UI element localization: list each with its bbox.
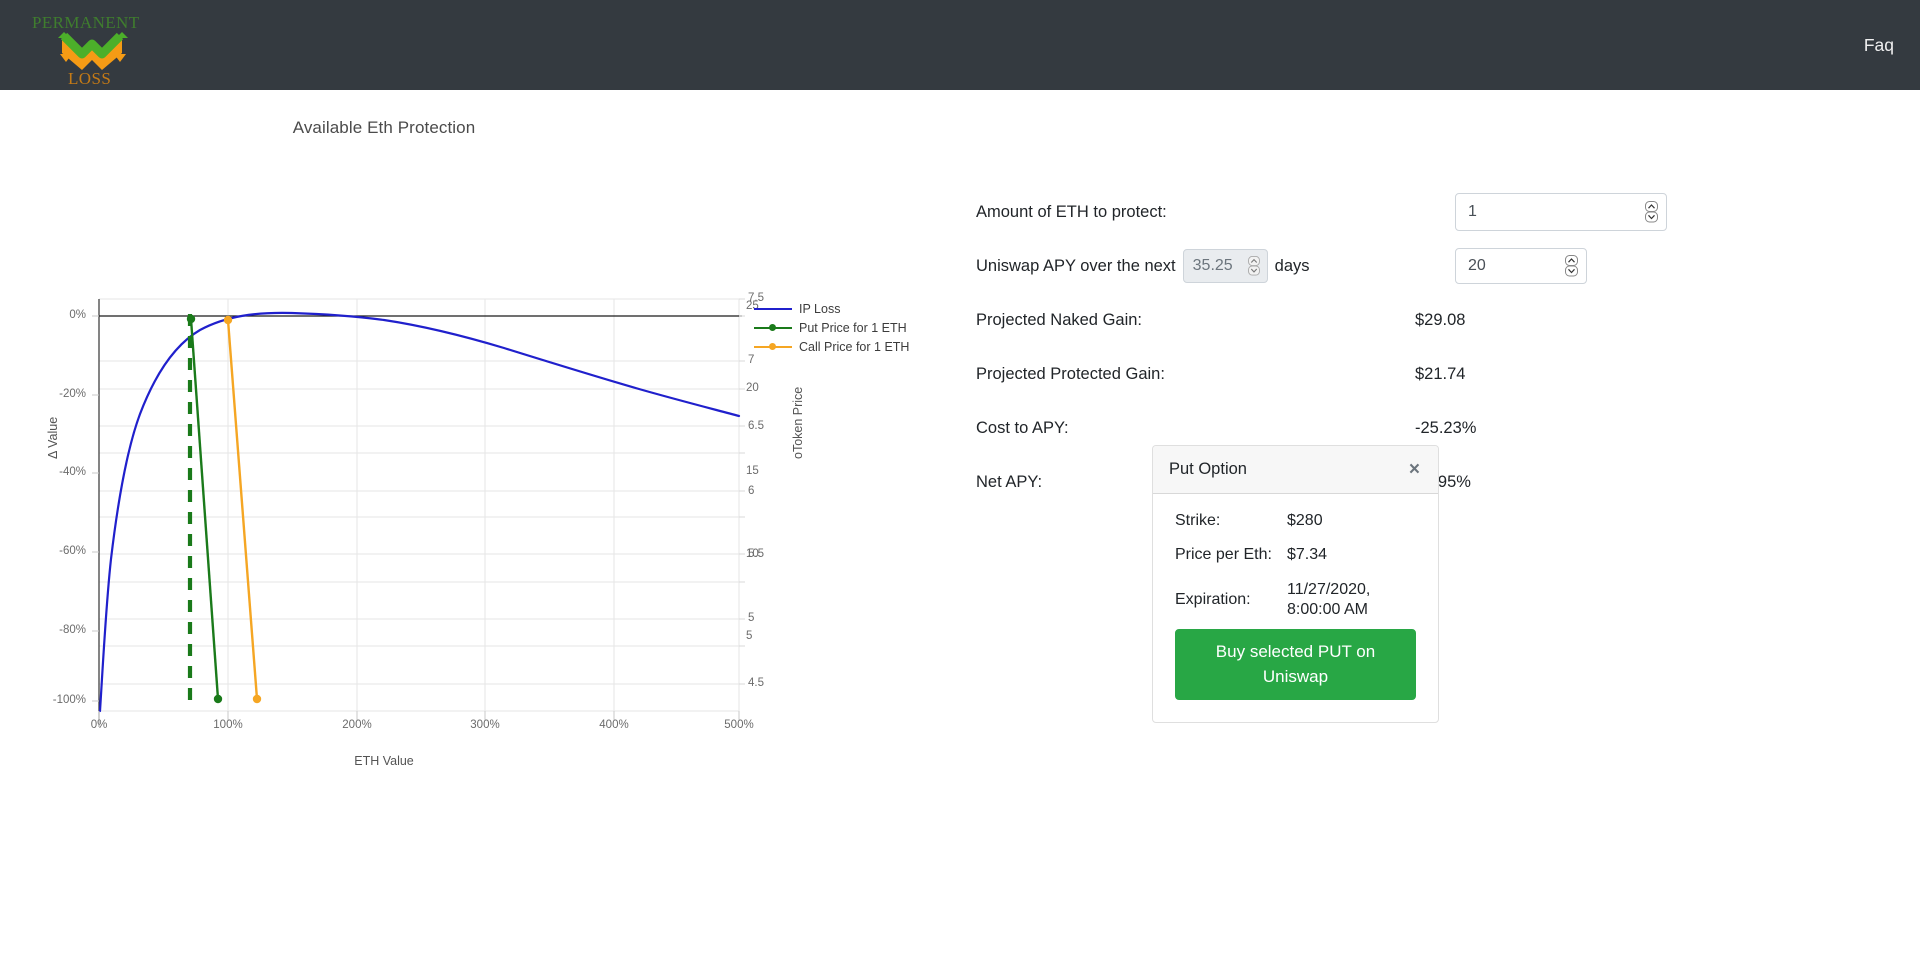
row-projected-protected-gain: Projected Protected Gain: $21.74	[960, 347, 1920, 401]
buy-put-on-uniswap-button[interactable]: Buy selected PUT on Uniswap	[1175, 628, 1416, 701]
y-tick-right-a-2: 6.5	[748, 420, 764, 432]
legend-swatch-call-price	[754, 340, 792, 354]
put-option-strike-label: Strike:	[1175, 512, 1221, 529]
label-uniswap-apy-prefix: Uniswap APY over the next	[976, 256, 1176, 275]
x-tick-3: 300%	[470, 719, 500, 731]
chart-legend: IP Loss Put Price for 1 ETH Call Price f…	[754, 299, 909, 356]
y-tick-right-b-1: 20	[746, 382, 759, 394]
put-option-strike-row: Strike: $280	[1175, 512, 1416, 530]
nav-link-faq[interactable]: Faq	[1864, 35, 1894, 56]
input-amount-of-eth-value: 1	[1468, 203, 1477, 220]
x-axis-label: ETH Value	[354, 754, 414, 768]
value-cost-to-apy: -25.23%	[1415, 418, 1477, 437]
input-uniswap-apy[interactable]: 35.25	[1182, 249, 1268, 283]
y-tick-right-b-2: 15	[746, 465, 759, 477]
label-projected-naked-gain: Projected Naked Gain:	[976, 310, 1143, 329]
x-tick-5: 500%	[724, 719, 754, 731]
stepper-uniswap-apy[interactable]	[1248, 254, 1261, 278]
put-option-price-label: Price per Eth:	[1175, 546, 1272, 563]
label-projected-protected-gain: Projected Protected Gain:	[976, 364, 1165, 383]
value-projected-protected-gain: $21.74	[1415, 364, 1466, 383]
x-tick-4: 400%	[599, 719, 629, 731]
label-net-apy: Net APY:	[976, 472, 1043, 491]
legend-swatch-put-price	[754, 321, 792, 335]
input-days-value: 20	[1468, 257, 1486, 274]
legend-item-put-price[interactable]: Put Price for 1 ETH	[754, 318, 909, 337]
put-option-expiration-label: Expiration:	[1175, 591, 1251, 608]
brand-logo[interactable]: PERMANENT LOSS	[30, 10, 150, 88]
label-amount-of-eth: Amount of ETH to protect:	[976, 202, 1167, 221]
x-tick-0: 0%	[90, 719, 108, 731]
row-net-apy: Net APY: 14.95%	[960, 455, 1920, 509]
y-tick-left-4: -80%	[59, 624, 86, 636]
row-uniswap-apy: Uniswap APY over the next 35.25 days 20	[960, 239, 1920, 293]
put-option-card-body: Strike: $280 Price per Eth: $7.34 Expira…	[1153, 494, 1438, 722]
controls-column: Amount of ETH to protect: 1 Uniswap APY …	[960, 90, 1920, 724]
navbar-right: Faq	[1864, 35, 1894, 56]
put-option-card-title: Put Option	[1169, 460, 1247, 478]
svg-text:LOSS: LOSS	[68, 69, 111, 88]
legend-label-ip-loss: IP Loss	[799, 301, 841, 316]
y-tick-right-b-3: 10	[746, 548, 759, 560]
legend-label-put-price: Put Price for 1 ETH	[799, 320, 907, 335]
stepper-days[interactable]	[1565, 254, 1578, 278]
row-amount-of-eth: Amount of ETH to protect: 1	[960, 185, 1920, 239]
legend-item-call-price[interactable]: Call Price for 1 ETH	[754, 337, 909, 356]
input-amount-of-eth[interactable]: 1	[1455, 193, 1667, 231]
y-tick-left-1: -20%	[59, 388, 86, 400]
label-uniswap-apy-suffix: days	[1274, 256, 1310, 275]
series-put-marker-bottom	[213, 694, 223, 704]
legend-item-ip-loss[interactable]: IP Loss	[754, 299, 909, 318]
input-days[interactable]: 20	[1455, 248, 1587, 284]
y-tick-right-a-6: 4.5	[748, 677, 764, 689]
series-put-marker-top	[186, 314, 196, 324]
stepper-amount-of-eth[interactable]	[1645, 200, 1658, 224]
label-cost-to-apy: Cost to APY:	[976, 418, 1069, 437]
put-option-strike-value: $280	[1287, 512, 1323, 529]
put-option-expiration-row: Expiration: 11/27/2020, 8:00:00 AM	[1175, 580, 1416, 621]
put-option-card-header: Put Option ×	[1153, 446, 1438, 494]
put-option-card: Put Option × Strike: $280 Price per Eth:…	[1152, 445, 1439, 724]
chart-plot-svg	[92, 298, 745, 727]
y-tick-right-a-3: 6	[748, 485, 755, 497]
y-tick-right-a-5: 5	[748, 612, 755, 624]
available-eth-protection-chart: Available Eth Protection 0% -20% -40% -6…	[4, 104, 924, 768]
put-option-expiration-value: 11/27/2020, 8:00:00 AM	[1287, 581, 1371, 619]
series-call-marker-top	[223, 315, 233, 325]
series-call-price-line	[226, 319, 259, 700]
input-uniswap-apy-value: 35.25	[1192, 257, 1233, 274]
y-tick-right-b-4: 5	[746, 630, 753, 642]
series-call-marker-bottom	[252, 694, 262, 704]
top-navbar: PERMANENT LOSS Faq	[0, 0, 1920, 90]
legend-swatch-ip-loss	[754, 302, 792, 316]
x-tick-2: 200%	[342, 719, 372, 731]
series-put-price-line	[189, 318, 220, 700]
y-axis-label-right: oToken Price	[791, 386, 805, 459]
legend-label-call-price: Call Price for 1 ETH	[799, 339, 910, 354]
close-icon[interactable]: ×	[1407, 460, 1422, 479]
row-projected-naked-gain: Projected Naked Gain: $29.08	[960, 293, 1920, 347]
row-cost-to-apy: Cost to APY: -25.23%	[960, 401, 1920, 455]
value-projected-naked-gain: $29.08	[1415, 310, 1466, 329]
y-tick-left-2: -40%	[59, 466, 86, 478]
y-tick-left-5: -100%	[52, 694, 86, 706]
chart-column: Available Eth Protection 0% -20% -40% -6…	[0, 90, 960, 768]
svg-text:PERMANENT: PERMANENT	[32, 13, 140, 32]
y-tick-left-3: -60%	[59, 545, 86, 557]
y-axis-label-left: Δ Value	[46, 416, 60, 459]
put-option-price-value: $7.34	[1287, 546, 1328, 563]
put-option-price-row: Price per Eth: $7.34	[1175, 546, 1416, 564]
x-tick-1: 100%	[213, 719, 243, 731]
y-tick-left-0: 0%	[69, 309, 86, 321]
page-body: Available Eth Protection 0% -20% -40% -6…	[0, 90, 1920, 768]
